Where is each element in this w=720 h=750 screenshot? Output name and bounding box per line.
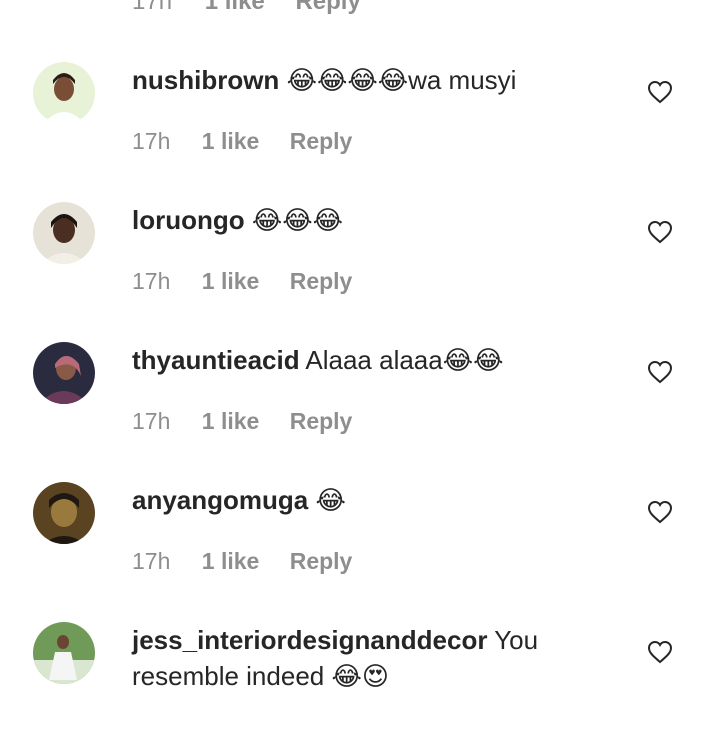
avatar[interactable] — [33, 342, 95, 404]
comment-row: jess_interiordesignanddecor You resemble… — [0, 610, 720, 750]
comment-time: 17h — [132, 128, 171, 154]
comment-body: thyauntieacid Alaaa alaaa😂😂 — [132, 342, 602, 378]
comment-username[interactable]: loruongo — [132, 205, 245, 235]
heart-outline-icon[interactable] — [647, 360, 673, 384]
avatar[interactable] — [33, 202, 95, 264]
comment-body: anyangomuga 😂 — [132, 482, 602, 518]
comment-likes[interactable]: 1 like — [202, 128, 260, 155]
previous-comment-meta: 17h 1 like Reply — [132, 0, 361, 16]
comment-text: 😂😂😂 — [251, 205, 344, 235]
comment-time: 17h — [132, 0, 173, 15]
comment-row: nushibrown 😂😂😂😂wa musyi 17h 1 like Reply — [0, 50, 720, 190]
reply-button[interactable]: Reply — [290, 268, 353, 295]
comment-username[interactable]: jess_interiordesignanddecor — [132, 625, 487, 655]
comment-likes[interactable]: 1 like — [202, 408, 260, 435]
comment-row: thyauntieacid Alaaa alaaa😂😂 17h 1 like R… — [0, 330, 720, 470]
comment-meta: 17h 1 like Reply — [132, 128, 352, 155]
comment-likes[interactable]: 1 like — [202, 268, 260, 295]
comment-likes[interactable]: 1 like — [205, 0, 265, 15]
comment-body: nushibrown 😂😂😂😂wa musyi — [132, 62, 602, 98]
comment-time: 17h — [132, 268, 171, 294]
heart-outline-icon[interactable] — [647, 640, 673, 664]
comment-likes[interactable]: 1 like — [202, 548, 260, 575]
comment-text: Alaaa alaaa😂😂 — [305, 345, 504, 375]
comment-text: 😂 — [315, 485, 346, 515]
reply-button[interactable]: Reply — [290, 408, 353, 435]
heart-outline-icon[interactable] — [647, 80, 673, 104]
avatar[interactable] — [33, 62, 95, 124]
heart-outline-icon[interactable] — [647, 500, 673, 524]
comment-meta: 17h 1 like Reply — [132, 408, 352, 435]
comment-time: 17h — [132, 408, 171, 434]
avatar[interactable] — [33, 622, 95, 684]
comment-time: 17h — [132, 548, 171, 574]
comment-body: jess_interiordesignanddecor You resemble… — [132, 622, 602, 694]
avatar[interactable] — [33, 482, 95, 544]
reply-button[interactable]: Reply — [290, 128, 353, 155]
comment-row: anyangomuga 😂 17h 1 like Reply — [0, 470, 720, 610]
comment-meta: 17h 1 like Reply — [132, 268, 352, 295]
comment-username[interactable]: thyauntieacid — [132, 345, 300, 375]
comment-row: loruongo 😂😂😂 17h 1 like Reply — [0, 190, 720, 330]
comment-username[interactable]: nushibrown — [132, 65, 279, 95]
comment-body: loruongo 😂😂😂 — [132, 202, 602, 238]
heart-outline-icon[interactable] — [647, 220, 673, 244]
comment-text: 😂😂😂😂wa musyi — [286, 65, 517, 95]
comment-meta: 17h 1 like Reply — [132, 548, 352, 575]
reply-button[interactable]: Reply — [290, 548, 353, 575]
comment-username[interactable]: anyangomuga — [132, 485, 308, 515]
reply-button[interactable]: Reply — [295, 0, 360, 15]
